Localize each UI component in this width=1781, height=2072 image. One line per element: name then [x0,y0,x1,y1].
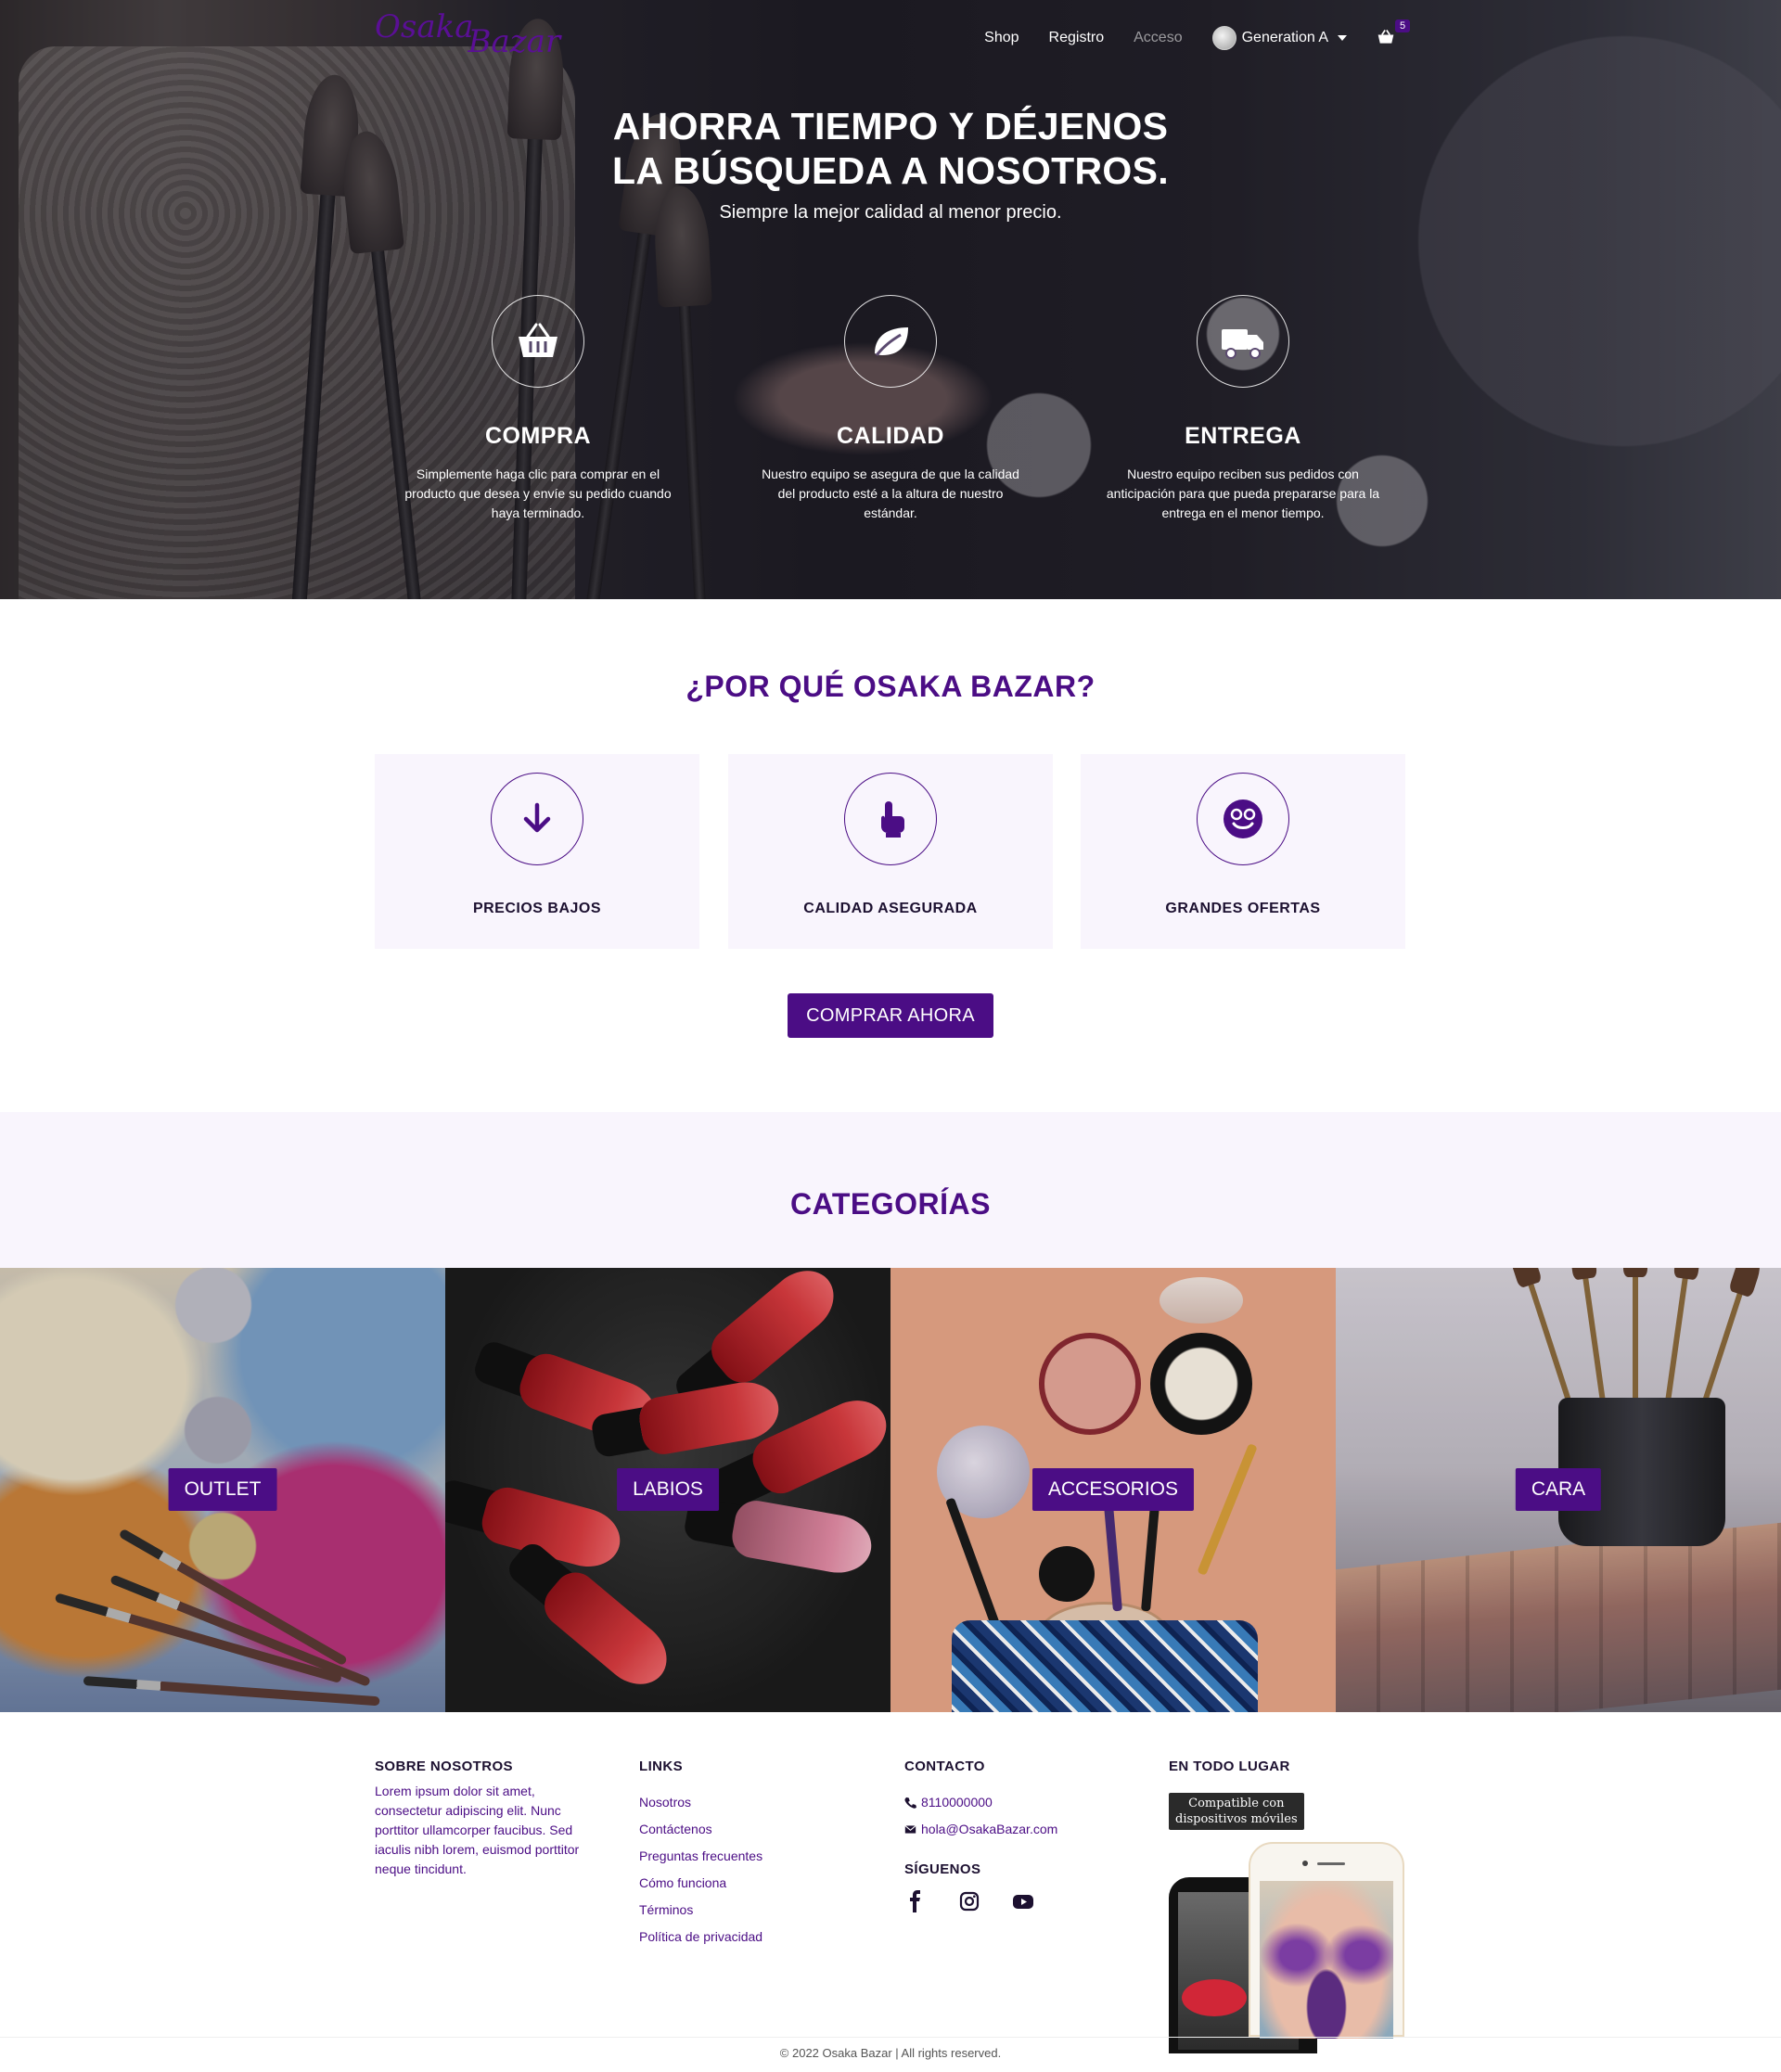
cart-count-badge: 5 [1395,19,1411,32]
feature-text: Nuestro equipo reciben sus pedidos con a… [1106,467,1380,520]
footer-links: LINKS Nosotros Contáctenos Preguntas fre… [639,1759,762,1950]
why-icon-ring [844,773,937,865]
feature-text: Nuestro equipo se asegura de que la cali… [762,467,1019,520]
user-dropdown[interactable]: Generation A [1211,26,1347,50]
footer-follow-title: SÍGUENOS [904,1861,981,1877]
basket-icon [519,323,557,357]
facebook-icon[interactable] [904,1890,927,1912]
buy-now-button[interactable]: COMPRAR AHORA [788,993,993,1038]
footer-contact: CONTACTO 8110000000 hola@OsakaBazar.com … [904,1759,1057,1912]
contact-phone[interactable]: 8110000000 [904,1789,1057,1816]
footer-link-contacto[interactable]: Contáctenos [639,1816,762,1843]
phone-speaker [1317,1862,1345,1865]
category-label-outlet[interactable]: OUTLET [168,1468,277,1511]
footer-contact-title: CONTACTO [904,1759,985,1774]
instagram-icon[interactable] [958,1890,980,1912]
why-icon-ring [491,773,583,865]
leaf-icon [875,327,908,356]
arrow-down-icon [523,802,551,833]
brand-logo-line2: Bazar [468,23,561,60]
envelope-icon [904,1825,916,1834]
footer-link-terminos[interactable]: Términos [639,1897,762,1924]
footer-about-text: Lorem ipsum dolor sit amet, consectetur … [375,1784,580,1876]
phone-camera [1302,1861,1308,1866]
top-navbar: OsakaBazar Shop Registro Acceso Generati… [0,0,1781,74]
footer-link-faq[interactable]: Preguntas frecuentes [639,1843,762,1870]
hero-title-line1: AHORRA TIEMPO Y DÉJENOS [612,105,1169,147]
why-card-ofertas: GRANDES OFERTAS [1081,754,1405,949]
phone-icon [904,1797,916,1809]
phone-front-image [1249,1842,1404,2039]
contact-list: 8110000000 hola@OsakaBazar.com [904,1789,1057,1843]
footer-divider [0,2037,1781,2038]
mobile-badge-line2: dispositivos móviles [1175,1812,1298,1826]
why-card-calidad: CALIDAD ASEGURADA [728,754,1053,949]
hero-section: OsakaBazar Shop Registro Acceso Generati… [0,0,1781,599]
nav-register-link[interactable]: Registro [1049,30,1105,46]
category-tile-labios[interactable]: LABIOS [445,1268,890,1712]
hand-pointer-icon [881,801,904,838]
why-section-title: ¿POR QUÉ OSAKA BAZAR? [685,670,1096,703]
phone-front-screen [1260,1881,1393,2039]
category-tile-outlet[interactable]: OUTLET [0,1268,445,1712]
why-icon-ring [1197,773,1289,865]
smile-icon [1224,799,1262,838]
feature-title: CALIDAD [837,423,944,449]
footer-link-como-funciona[interactable]: Cómo funciona [639,1870,762,1897]
category-tile-accesorios[interactable]: ACCESORIOS [890,1268,1336,1712]
why-card-label: PRECIOS BAJOS [472,901,602,916]
category-label-cara[interactable]: CARA [1515,1468,1602,1511]
categories-title: CATEGORÍAS [790,1187,991,1221]
feature-title: ENTREGA [1185,423,1301,449]
social-links [904,1890,1057,1912]
why-card-label: GRANDES OFERTAS [1165,901,1321,916]
truck-icon [1222,329,1263,359]
contact-email-text: hola@OsakaBazar.com [921,1822,1058,1836]
footer-link-nosotros[interactable]: Nosotros [639,1789,762,1816]
brand-logo[interactable]: OsakaBazar [375,8,566,58]
feature-entrega: ENTREGA Nuestro equipo reciben sus pedid… [1095,295,1391,523]
user-avatar [1211,26,1236,50]
footer-about: SOBRE NOSOTROS Lorem ipsum dolor sit ame… [375,1759,603,1879]
feature-text: Simplemente haga clic para comprar en el… [404,467,672,520]
contact-email[interactable]: hola@OsakaBazar.com [904,1816,1057,1843]
nav-login-link[interactable]: Acceso [1134,30,1182,46]
category-label-accesorios[interactable]: ACCESORIOS [1031,1468,1195,1511]
footer-about-title: SOBRE NOSOTROS [375,1759,513,1774]
caret-down-icon [1338,35,1347,41]
hero-title-line2: LA BÚSQUEDA A NOSOTROS. [612,149,1169,192]
footer-links-title: LINKS [639,1759,683,1774]
mobile-devices-image [1169,1842,1410,2053]
phone-back-lips [1182,1979,1247,2016]
nav-links: Shop Registro Acceso Generation A 5 [984,19,1411,50]
footer-link-privacidad[interactable]: Política de privacidad [639,1924,762,1950]
brand-logo-line1: Osaka [375,8,474,45]
feature-compra: COMPRA Simplemente haga clic para compra… [390,295,686,523]
footer-everywhere: EN TODO LUGAR Compatible con dispositivo… [1169,1759,1304,1830]
basket-icon [1377,30,1394,44]
footer-links-list: Nosotros Contáctenos Preguntas frecuente… [639,1789,762,1950]
cart-button[interactable]: 5 [1377,19,1411,47]
feature-title: COMPRA [484,423,592,449]
hero-subtitle: Siempre la mejor calidad al menor precio… [719,202,1062,223]
nav-shop-link[interactable]: Shop [984,30,1019,46]
feature-icon-ring [844,295,937,388]
footer-everywhere-title: EN TODO LUGAR [1169,1759,1290,1774]
copyright-text: © 2022 Osaka Bazar | All rights reserved… [779,2046,1002,2060]
youtube-icon[interactable] [1012,1890,1034,1912]
feature-icon-ring [492,295,584,388]
category-label-labios[interactable]: LABIOS [617,1468,719,1511]
category-tile-cara[interactable]: CARA [1336,1268,1781,1712]
user-name: Generation A [1241,30,1328,45]
mobile-compatible-badge: Compatible con dispositivos móviles [1169,1793,1304,1830]
why-card-label: CALIDAD ASEGURADA [803,901,978,916]
contact-phone-text: 8110000000 [921,1795,993,1810]
why-card-precios: PRECIOS BAJOS [375,754,699,949]
feature-icon-ring [1197,295,1289,388]
feature-calidad: CALIDAD Nuestro equipo se asegura de que… [742,295,1039,523]
mobile-badge-line1: Compatible con [1188,1797,1285,1810]
hero-title: AHORRA TIEMPO Y DÉJENOS LA BÚSQUEDA A NO… [0,104,1781,193]
